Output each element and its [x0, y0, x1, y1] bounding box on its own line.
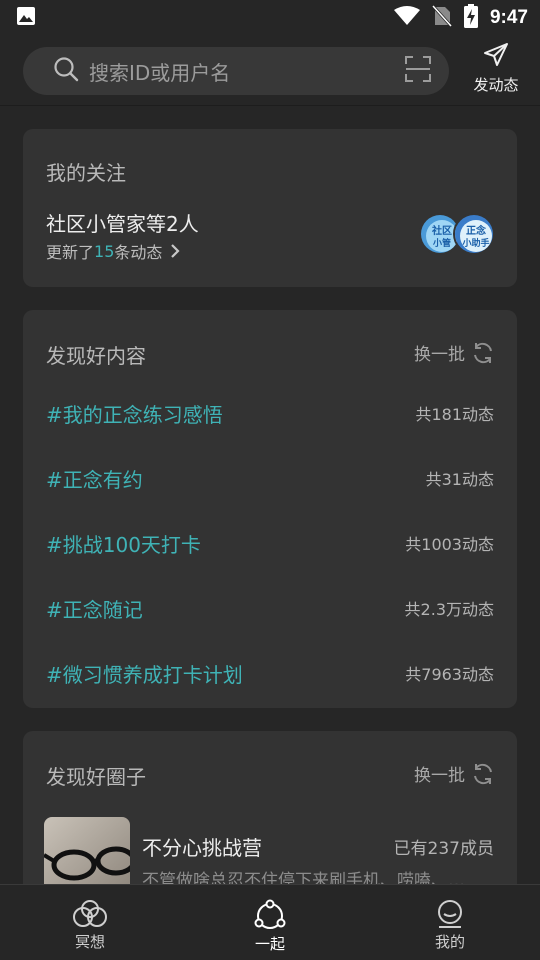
- search-icon: [53, 56, 79, 86]
- refresh-icon: [471, 762, 495, 786]
- refresh-circles-button[interactable]: 换一批: [414, 761, 495, 786]
- nav-label: 冥想: [74, 933, 105, 951]
- update-suffix: 条动态: [114, 243, 163, 262]
- refresh-label: 换一批: [414, 345, 465, 365]
- topic-item[interactable]: #我的正念练习感悟 共181动态: [23, 393, 517, 433]
- image-notification-icon: [16, 6, 36, 30]
- post-label: 发动态: [473, 76, 519, 94]
- status-bar: 9:47: [0, 0, 540, 36]
- topic-name: #正念随记: [46, 597, 143, 622]
- send-icon: [483, 42, 509, 72]
- following-title: 我的关注: [46, 161, 126, 185]
- svg-text:正念: 正念: [466, 224, 486, 237]
- avatar: 正念 小助手: [453, 213, 495, 255]
- topic-count: 共31动态: [425, 470, 494, 489]
- refresh-content-button[interactable]: 换一批: [414, 340, 495, 365]
- topic-name: #我的正念练习感悟: [46, 402, 223, 427]
- following-names: 社区小管家等2人: [46, 212, 199, 236]
- topic-item[interactable]: #正念有约 共31动态: [23, 458, 517, 498]
- svg-text:社区: 社区: [431, 224, 452, 237]
- circle-name[interactable]: 不分心挑战营: [142, 832, 262, 861]
- nav-label: 我的: [434, 933, 465, 951]
- following-card[interactable]: 我的关注 社区小管家等2人 更新了 15 条动态 社区 小管 正念 小助手: [23, 129, 517, 287]
- topic-count: 共2.3万动态: [404, 600, 494, 619]
- scan-icon[interactable]: [405, 56, 431, 86]
- clock: 9:47: [489, 7, 528, 28]
- together-icon: [253, 899, 287, 931]
- post-button[interactable]: 发动态: [468, 42, 524, 98]
- topic-count: 共7963动态: [405, 665, 494, 684]
- nav-meditation[interactable]: 冥想: [0, 885, 180, 960]
- no-sim-icon: [431, 4, 453, 31]
- topic-count: 共1003动态: [405, 535, 494, 554]
- topic-name: #挑战100天打卡: [46, 532, 201, 557]
- discover-content-card: 发现好内容 换一批 #我的正念练习感悟 共181动态 #正念有约 共31动态 #…: [23, 310, 517, 708]
- meditation-icon: [71, 899, 109, 929]
- topic-count: 共181动态: [415, 405, 494, 424]
- circle-members: 已有237成员: [393, 839, 494, 859]
- battery-charging-icon: [463, 4, 478, 32]
- discover-circles-title: 发现好圈子: [46, 765, 146, 789]
- following-update: 更新了 15 条动态: [46, 239, 180, 263]
- profile-icon: [435, 899, 465, 929]
- topic-item[interactable]: #正念随记 共2.3万动态: [23, 588, 517, 628]
- nav-together[interactable]: 一起: [180, 885, 360, 960]
- search-input[interactable]: 搜索ID或用户名: [23, 47, 449, 95]
- update-count: 15: [94, 241, 115, 261]
- search-placeholder: 搜索ID或用户名: [89, 60, 231, 85]
- refresh-label: 换一批: [414, 766, 465, 786]
- topic-name: #正念有约: [46, 467, 143, 492]
- top-bar: 搜索ID或用户名 发动态: [0, 36, 540, 106]
- nav-label: 一起: [254, 935, 285, 953]
- following-avatars: 社区 小管 正念 小助手: [419, 213, 497, 255]
- svg-text:小管: 小管: [432, 237, 451, 249]
- wifi-icon: [393, 6, 420, 30]
- topic-item[interactable]: #挑战100天打卡 共1003动态: [23, 523, 517, 563]
- topic-name: #微习惯养成打卡计划: [46, 662, 243, 687]
- update-prefix: 更新了: [46, 243, 95, 262]
- chevron-right-icon: [170, 243, 180, 259]
- refresh-icon: [471, 341, 495, 365]
- svg-text:小助手: 小助手: [461, 237, 489, 249]
- topic-item[interactable]: #微习惯养成打卡计划 共7963动态: [23, 653, 517, 693]
- nav-profile[interactable]: 我的: [360, 885, 540, 960]
- bottom-nav: 冥想 一起 我的: [0, 884, 540, 960]
- discover-content-title: 发现好内容: [46, 344, 146, 368]
